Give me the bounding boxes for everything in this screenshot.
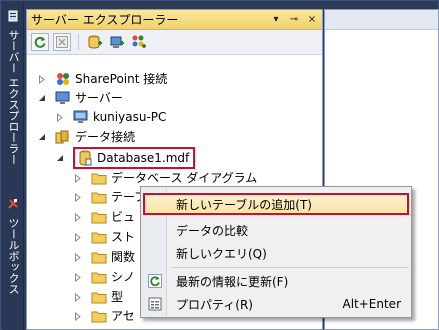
tree-node-label: アセ [111,309,135,323]
folder-icon [91,269,107,285]
window-title: サーバー エクスプローラー [31,13,179,27]
menu-item-label: 新しいテーブルの追加(T) [176,197,312,212]
expand-arrow-icon[interactable] [73,232,83,242]
menu-item-new-query[interactable]: 新しいクエリ(Q) [143,242,409,264]
auto-hide-pin-icon[interactable]: ⊸ [286,12,302,28]
expand-arrow-icon[interactable] [55,112,65,122]
folder-icon [91,209,107,225]
menu-item-icon-slot [143,242,167,264]
sharepoint-icon [55,71,71,87]
stop-icon [56,36,68,48]
properties-icon [143,293,167,315]
folder-icon [91,249,107,265]
expand-arrow-icon[interactable] [73,252,83,262]
menu-item-icon-slot [145,193,169,215]
refresh-icon [143,270,167,292]
tree-node-assemblies[interactable]: アセ [73,306,135,326]
menu-item-label: データの比較 [176,223,249,238]
connect-to-server-button[interactable] [108,33,126,51]
context-menu: 新しいテーブルの追加(T) データの比較 新しいクエリ(Q) 最新の情報に更新(… [140,186,412,318]
sharepoint-connect-icon [132,35,146,48]
tree-node-machine[interactable]: kuniyasu-PC [55,107,166,127]
menu-item-refresh[interactable]: 最新の情報に更新(F) [143,270,409,292]
tree-node-label: シノ [111,270,136,284]
tree-node-label: ビュ [111,210,136,224]
folder-icon [91,308,107,324]
collapse-arrow-icon[interactable] [55,153,65,163]
toolbox-side-tab[interactable]: ツールボックス [5,198,21,295]
menu-item-label: プロパティ(R) [176,297,253,312]
folder-icon [91,289,107,305]
tree-node-database[interactable]: Database1.mdf [55,146,196,170]
left-autohide-strip: サーバー エクスプローラー ツールボックス [2,2,24,330]
menu-item-label: 最新の情報に更新(F) [176,274,289,289]
expand-arrow-icon[interactable] [37,74,47,84]
computer-icon [73,109,89,125]
folder-icon [91,189,107,205]
tree-node-diagrams[interactable]: データベース ダイアグラム [73,168,257,188]
stop-refresh-button[interactable] [53,33,71,51]
expand-arrow-icon[interactable] [73,272,83,282]
server-explorer-side-tab-label: サーバー エクスプローラー [7,29,20,166]
tree-node-label: 型 [111,290,124,304]
menu-item-icon-slot [143,219,167,241]
tree-node-label: スト [111,230,136,244]
tree-node-stored-procedures[interactable]: スト [73,227,135,247]
server-explorer-side-tab[interactable]: サーバー エクスプローラー [5,10,21,165]
database-icon [77,150,93,166]
tree-node-label: 関数 [111,250,136,264]
tree-node-label: SharePoint 接続 [75,72,168,86]
folder-icon [91,229,107,245]
expand-arrow-icon[interactable] [73,173,83,183]
tree-node-views[interactable]: ビュ [73,207,135,227]
collapse-arrow-icon[interactable] [37,132,47,142]
expand-arrow-icon[interactable] [73,192,83,202]
tree-node-label: Database1.mdf [97,151,190,165]
ide-frame: サーバー エクスプローラー ツールボックス サーバー エクスプローラー ▾ ⊸ … [0,0,439,330]
tree-node-data-connections[interactable]: データ接続 [37,127,135,147]
menu-item-add-new-table[interactable]: 新しいテーブルの追加(T) [143,193,409,215]
expand-arrow-icon[interactable] [73,292,83,302]
connect-sharepoint-button[interactable] [130,33,148,51]
tree-node-label: kuniyasu-PC [93,110,167,124]
tree-node-label: データベース ダイアグラム [111,171,258,185]
close-window-icon[interactable]: × [304,12,320,28]
collapse-arrow-icon[interactable] [37,93,47,103]
refresh-button[interactable] [31,33,49,51]
server-explorer-icon [8,10,18,22]
servers-icon [55,90,71,106]
connect-database-icon [88,35,102,49]
expand-arrow-icon[interactable] [73,311,83,321]
refresh-icon [34,36,46,48]
explorer-toolbar [27,30,322,55]
tree-node-label: サーバー [75,91,123,105]
database-highlight-box: Database1.mdf [73,147,196,169]
menu-separator [171,267,409,268]
menu-item-data-compare[interactable]: データの比較 [143,219,409,241]
connect-server-icon [110,36,124,48]
connect-to-database-button[interactable] [86,33,104,51]
window-titlebar: サーバー エクスプローラー ▾ ⊸ × [27,10,322,30]
toolbar-separator [78,34,79,50]
window-options-dropdown-icon[interactable]: ▾ [268,12,284,28]
data-connections-icon [55,129,71,145]
menu-item-shortcut: Alt+Enter [342,297,401,311]
tree-node-types[interactable]: 型 [73,287,123,307]
menu-item-label: 新しいクエリ(Q) [176,246,267,261]
tree-node-synonyms[interactable]: シノ [73,267,135,287]
tree-node-servers[interactable]: サーバー [37,88,123,108]
toolbox-side-tab-label: ツールボックス [7,217,20,295]
folder-icon [91,170,107,186]
tree-node-sharepoint[interactable]: SharePoint 接続 [37,69,167,89]
menu-item-properties[interactable]: プロパティ(R) Alt+Enter [143,293,409,315]
document-tab-strip [325,10,438,30]
tree-node-functions[interactable]: 関数 [73,247,135,267]
expand-arrow-icon[interactable] [73,212,83,222]
tree-node-label: データ接続 [75,130,136,144]
toolbox-icon [8,199,18,209]
